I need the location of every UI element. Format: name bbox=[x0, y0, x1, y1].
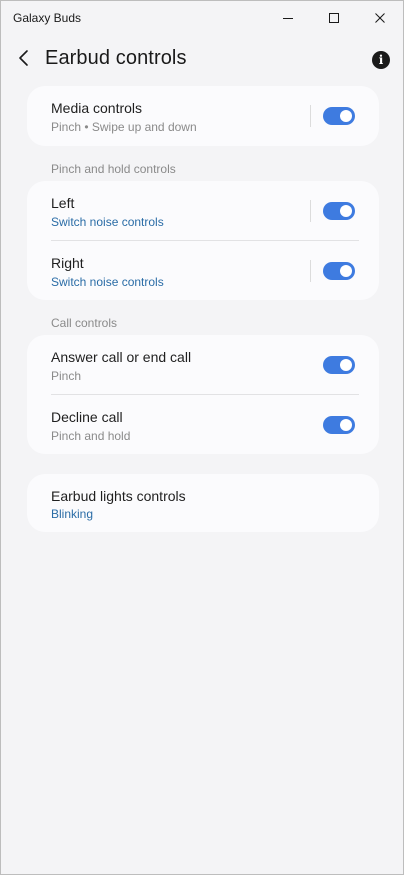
answer-call-subtitle: Pinch bbox=[51, 369, 82, 383]
pinch-hold-section-label: Pinch and hold controls bbox=[51, 162, 176, 176]
answer-call-title: Answer call or end call bbox=[51, 349, 192, 365]
page-title: Earbud controls bbox=[45, 47, 187, 69]
call-section-label: Call controls bbox=[51, 316, 118, 330]
info-icon: i bbox=[378, 53, 384, 67]
decline-call-subtitle: Pinch and hold bbox=[51, 429, 131, 443]
row-divider bbox=[310, 200, 311, 222]
decline-call-toggle[interactable] bbox=[323, 416, 355, 434]
right-earbud-subtitle: Switch noise controls bbox=[51, 275, 164, 289]
row-divider bbox=[310, 105, 311, 127]
left-earbud-row[interactable]: Left Switch noise controls bbox=[27, 181, 379, 241]
earbud-lights-row[interactable]: Earbud lights controls Blinking bbox=[27, 474, 379, 532]
app-window: Galaxy Buds Earbud controls i Media cont… bbox=[0, 0, 404, 875]
right-earbud-title: Right bbox=[51, 255, 84, 271]
minimize-button[interactable] bbox=[265, 1, 311, 34]
left-earbud-subtitle: Switch noise controls bbox=[51, 215, 164, 229]
row-divider bbox=[310, 260, 311, 282]
left-earbud-title: Left bbox=[51, 195, 75, 211]
pinch-hold-card: Left Switch noise controls Right Switch … bbox=[27, 181, 379, 300]
decline-call-title: Decline call bbox=[51, 409, 123, 425]
earbud-lights-card: Earbud lights controls Blinking bbox=[27, 474, 379, 532]
toggle-knob bbox=[340, 205, 352, 217]
toggle-knob bbox=[340, 110, 352, 122]
title-bar: Galaxy Buds bbox=[1, 1, 403, 34]
call-controls-card: Answer call or end call Pinch Decline ca… bbox=[27, 335, 379, 454]
close-icon bbox=[375, 12, 385, 23]
decline-call-row[interactable]: Decline call Pinch and hold bbox=[27, 395, 379, 455]
chevron-left-icon bbox=[19, 50, 28, 66]
media-controls-row[interactable]: Media controls Pinch • Swipe up and down bbox=[27, 86, 379, 146]
right-earbud-toggle[interactable] bbox=[323, 262, 355, 280]
media-controls-subtitle: Pinch • Swipe up and down bbox=[51, 120, 197, 134]
maximize-icon bbox=[329, 12, 339, 23]
earbud-lights-title: Earbud lights controls bbox=[51, 488, 186, 504]
answer-call-toggle[interactable] bbox=[323, 356, 355, 374]
earbud-lights-subtitle: Blinking bbox=[51, 507, 94, 521]
media-controls-title: Media controls bbox=[51, 100, 143, 116]
info-button[interactable]: i bbox=[372, 51, 390, 69]
close-button[interactable] bbox=[357, 1, 403, 34]
left-earbud-toggle[interactable] bbox=[323, 202, 355, 220]
right-earbud-row[interactable]: Right Switch noise controls bbox=[27, 241, 379, 301]
maximize-button[interactable] bbox=[311, 1, 357, 34]
answer-call-row[interactable]: Answer call or end call Pinch bbox=[27, 335, 379, 395]
back-button[interactable] bbox=[11, 45, 37, 71]
toggle-knob bbox=[340, 359, 352, 371]
page-header: Earbud controls i bbox=[1, 39, 403, 79]
minimize-icon bbox=[283, 17, 293, 19]
media-controls-toggle[interactable] bbox=[323, 107, 355, 125]
media-controls-card: Media controls Pinch • Swipe up and down bbox=[27, 86, 379, 146]
toggle-knob bbox=[340, 419, 352, 431]
app-title: Galaxy Buds bbox=[13, 10, 82, 25]
toggle-knob bbox=[340, 265, 352, 277]
